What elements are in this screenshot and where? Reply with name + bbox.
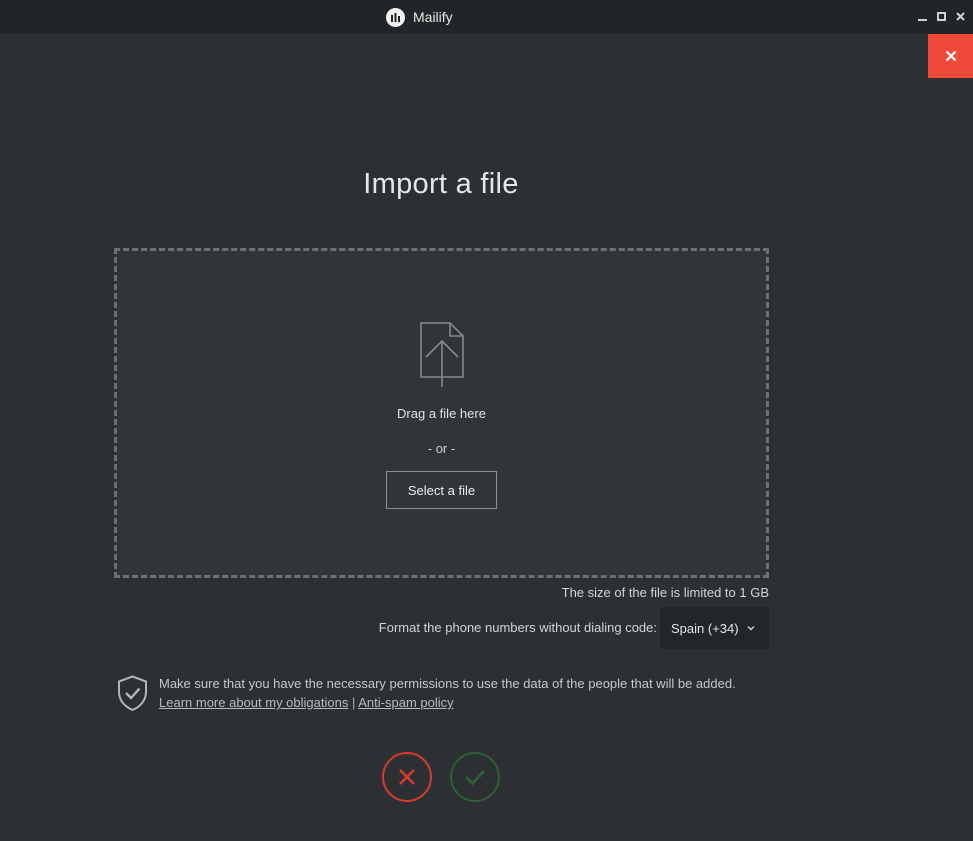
obligations-link[interactable]: Learn more about my obligations: [159, 695, 348, 710]
close-dialog-button[interactable]: [928, 34, 973, 78]
minimize-icon[interactable]: [916, 8, 929, 24]
window-close-icon[interactable]: [954, 8, 967, 24]
title-bar: Mailify: [0, 0, 973, 34]
page-title: Import a file: [363, 168, 519, 200]
app-title-label: Mailify: [413, 9, 453, 25]
file-dropzone[interactable]: Drag a file here - or - Select a file: [114, 248, 769, 578]
file-size-note: The size of the file is limited to 1 GB: [561, 585, 769, 600]
confirm-button[interactable]: [450, 752, 500, 802]
cancel-button[interactable]: [382, 752, 432, 802]
file-upload-icon: [420, 322, 464, 387]
country-code-select[interactable]: Spain (+34): [660, 607, 769, 649]
permissions-notice: Make sure that you have the necessary pe…: [159, 676, 736, 691]
drag-hint: Drag a file here: [397, 406, 486, 421]
check-icon: [464, 769, 486, 786]
close-icon: [945, 50, 956, 62]
mailify-logo-icon: [386, 7, 405, 27]
select-file-button[interactable]: Select a file: [386, 471, 497, 509]
or-separator: - or -: [427, 441, 456, 456]
country-code-value: Spain (+34): [671, 620, 739, 636]
shield-check-icon: [118, 675, 147, 712]
phone-format-label: Format the phone numbers without dialing…: [378, 620, 657, 635]
chevron-down-icon: [747, 626, 755, 631]
policy-links: Learn more about my obligations | Anti-s…: [159, 695, 454, 710]
anti-spam-link[interactable]: Anti-spam policy: [358, 695, 453, 710]
close-icon: [399, 769, 415, 785]
app-title: Mailify: [386, 7, 453, 27]
maximize-icon[interactable]: [935, 8, 948, 24]
window-controls: [916, 8, 967, 24]
link-separator: |: [351, 695, 356, 710]
